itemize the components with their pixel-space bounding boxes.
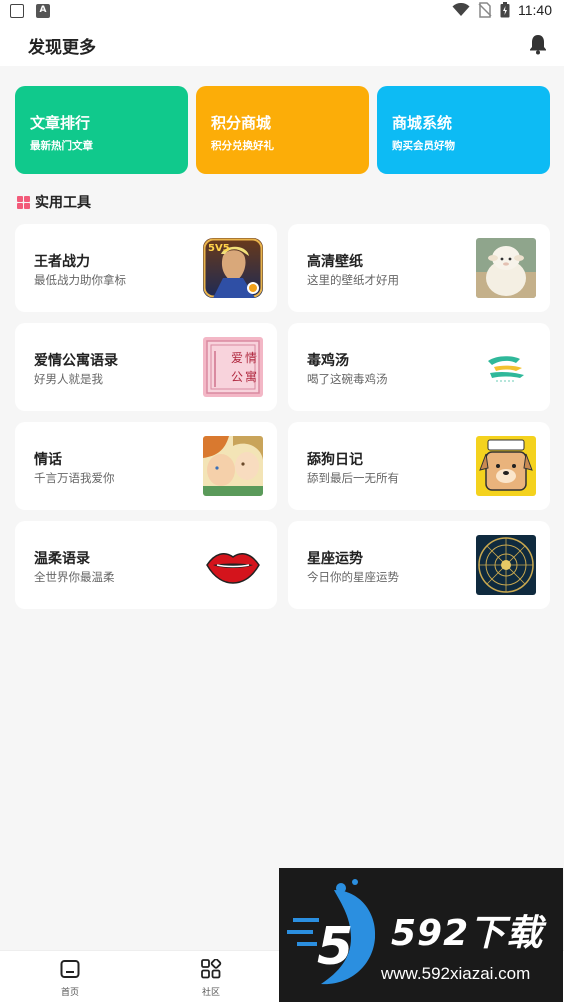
tool-card-horoscope[interactable]: 星座运势 今日你的星座运势 (288, 521, 550, 609)
couple-illustration-icon (203, 436, 263, 496)
feature-card-mall-system[interactable]: 商城系统 购买会员好物 (377, 86, 550, 174)
tool-title: 毒鸡汤 (307, 353, 349, 369)
tool-subtitle: 千言万语我爱你 (34, 471, 115, 485)
dog-cartoon-icon (476, 436, 536, 496)
love-apartment-icon: 爱 情 公 寓 (203, 337, 263, 397)
zodiac-wheel-icon (476, 535, 536, 595)
thumb-char: 情 (245, 351, 257, 365)
page-title: 发现更多 (28, 38, 96, 58)
feature-subtitle: 购买会员好物 (392, 140, 455, 152)
community-grid-icon (201, 958, 222, 979)
plush-sheep-icon (476, 238, 536, 298)
tool-subtitle: 好男人就是我 (34, 372, 103, 386)
tool-subtitle: 这里的壁纸才好用 (307, 273, 399, 287)
watermark: 5 592下载 www.592xiazai.com (279, 868, 563, 1002)
tool-card-dog-diary[interactable]: 舔狗日记 舔到最后一无所有 (288, 422, 550, 510)
nav-label: 社区 (201, 988, 220, 998)
feature-subtitle: 积分兑换好礼 (211, 140, 274, 152)
nav-label: 首页 (60, 988, 79, 998)
tool-card-poison-soup[interactable]: 毒鸡汤 喝了这碗毒鸡汤 (288, 323, 550, 411)
thumb-char: 爱 (231, 351, 243, 365)
watermark-brand: 592下载 (391, 913, 544, 954)
tool-title: 高清壁纸 (307, 254, 363, 270)
svg-text:5: 5 (317, 917, 353, 977)
feature-title: 商城系统 (392, 114, 453, 132)
tool-title: 星座运势 (307, 551, 363, 567)
tool-card-love-words[interactable]: 情话 千言万语我爱你 (15, 422, 277, 510)
tool-card-gentle-quotes[interactable]: 温柔语录 全世界你最温柔 (15, 521, 277, 609)
home-icon (60, 960, 80, 978)
tool-title: 爱情公寓语录 (34, 353, 118, 369)
notification-a-icon: A (36, 4, 50, 18)
tool-subtitle: 舔到最后一无所有 (307, 471, 399, 485)
game-hero-icon: 5V5 (203, 238, 263, 298)
thumb-char: 公 (231, 370, 243, 384)
tool-title: 舔狗日记 (307, 452, 363, 468)
section-title: 实用工具 (35, 195, 91, 211)
tool-subtitle: 最低战力助你拿标 (34, 273, 126, 287)
tool-subtitle: 喝了这碗毒鸡汤 (307, 372, 388, 386)
feature-title: 文章排行 (30, 114, 91, 132)
feature-card-articles[interactable]: 文章排行 最新热门文章 (15, 86, 188, 174)
soup-logo-icon (476, 337, 536, 397)
tool-subtitle: 全世界你最温柔 (34, 570, 115, 584)
nav-community[interactable]: 社区 (181, 958, 241, 998)
bell-icon[interactable] (526, 32, 550, 56)
battery-icon (500, 2, 510, 18)
section-header-tools: 实用工具 (17, 192, 91, 212)
grid-squares-icon (17, 195, 30, 209)
nav-home[interactable]: 首页 (40, 959, 100, 998)
svg-text:5V5: 5V5 (208, 243, 230, 254)
tool-title: 情话 (34, 452, 62, 468)
app-header: 发现更多 (0, 24, 564, 66)
thumb-char: 寓 (245, 369, 257, 384)
watermark-logo-icon: 5 (287, 879, 376, 985)
feature-title: 积分商城 (211, 114, 272, 132)
no-sim-icon (478, 2, 492, 18)
status-bar: A 11:40 (0, 0, 564, 24)
tool-card-wallpaper[interactable]: 高清壁纸 这里的壁纸才好用 (288, 224, 550, 312)
watermark-url: www.592xiazai.com (381, 964, 531, 983)
feature-subtitle: 最新热门文章 (30, 140, 93, 152)
status-time: 11:40 (518, 2, 552, 18)
tool-title: 温柔语录 (34, 551, 90, 567)
feature-card-points-mall[interactable]: 积分商城 积分兑换好礼 (196, 86, 369, 174)
notification-bag-icon (10, 4, 24, 18)
wifi-icon (452, 3, 470, 16)
red-lips-icon (203, 535, 263, 595)
tool-title: 王者战力 (34, 254, 90, 270)
tool-card-love-apartment[interactable]: 爱情公寓语录 好男人就是我 爱 情 公 寓 (15, 323, 277, 411)
tool-subtitle: 今日你的星座运势 (307, 570, 399, 584)
tool-card-hero-power[interactable]: 王者战力 最低战力助你拿标 5V5 (15, 224, 277, 312)
